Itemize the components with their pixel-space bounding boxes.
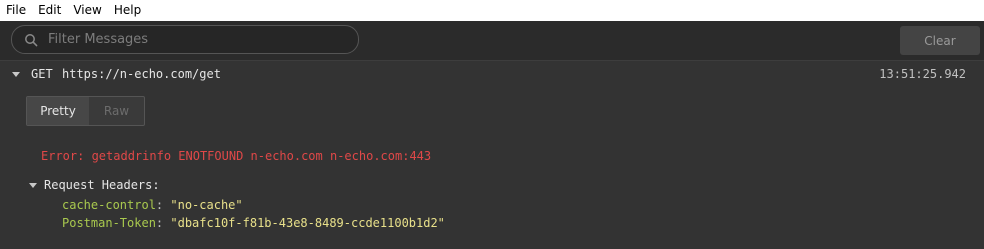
header-key: cache-control	[62, 198, 156, 212]
request-url: https://n-echo.com/get	[62, 67, 221, 81]
menu-help[interactable]: Help	[108, 0, 147, 21]
request-entry-header[interactable]: GET https://n-echo.com/get 13:51:25.942	[0, 64, 984, 84]
menu-bar: File Edit View Help	[0, 0, 984, 21]
header-value: "no-cache"	[170, 198, 243, 212]
request-method: GET	[31, 67, 53, 81]
header-key: Postman-Token	[62, 216, 156, 230]
request-timestamp: 13:51:25.942	[879, 67, 966, 81]
view-mode-toggle: Pretty Raw	[26, 96, 145, 126]
filter-box[interactable]	[11, 25, 359, 54]
search-icon	[25, 34, 38, 47]
menu-file[interactable]: File	[0, 0, 32, 21]
caret-down-icon[interactable]	[12, 72, 20, 77]
caret-down-icon[interactable]	[29, 183, 37, 188]
console-toolbar: Clear	[0, 21, 984, 60]
error-message: Error: getaddrinfo ENOTFOUND n-echo.com …	[41, 149, 432, 163]
tab-raw[interactable]: Raw	[89, 97, 144, 125]
filter-messages-input[interactable]	[48, 26, 348, 53]
header-row: cache-control: "no-cache"	[62, 198, 243, 212]
menu-view[interactable]: View	[67, 0, 107, 21]
toolbar-divider	[0, 60, 984, 61]
clear-button[interactable]: Clear	[900, 26, 980, 55]
menu-edit[interactable]: Edit	[32, 0, 67, 21]
header-value: "dbafc10f-f81b-43e8-8489-ccde1100b1d2"	[170, 216, 445, 230]
request-headers-title[interactable]: Request Headers:	[44, 178, 160, 192]
tab-pretty[interactable]: Pretty	[27, 97, 89, 125]
header-row: Postman-Token: "dbafc10f-f81b-43e8-8489-…	[62, 216, 445, 230]
